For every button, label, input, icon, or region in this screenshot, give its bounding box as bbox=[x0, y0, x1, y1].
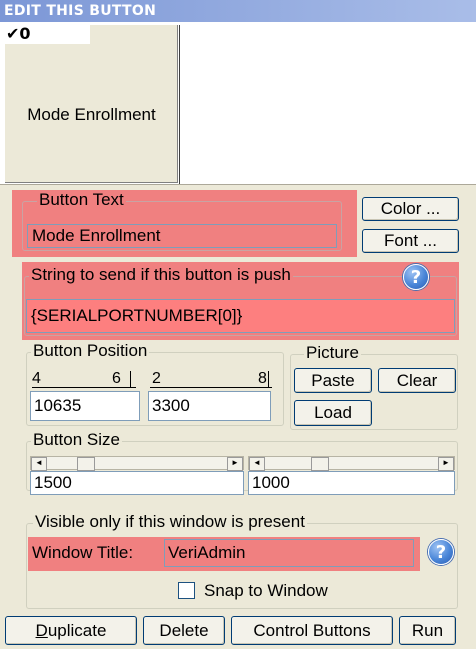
question-icon[interactable]: ? bbox=[428, 539, 454, 565]
question-icon[interactable]: ? bbox=[403, 264, 429, 290]
position-y-slider-mark[interactable] bbox=[268, 371, 272, 387]
button-size-legend: Button Size bbox=[31, 430, 122, 449]
size-height-thumb[interactable] bbox=[311, 457, 329, 471]
load-button[interactable]: Load bbox=[294, 400, 372, 426]
scroll-left-icon[interactable]: ◄ bbox=[249, 457, 265, 471]
run-button[interactable]: Run bbox=[399, 616, 456, 645]
preview-index: ✔0 bbox=[4, 24, 90, 44]
delete-button[interactable]: Delete bbox=[143, 616, 225, 645]
position-x-tick-min: 4 bbox=[32, 370, 41, 387]
position-x-tick-max: 6 bbox=[112, 370, 121, 387]
font-button[interactable]: Font ... bbox=[362, 229, 459, 253]
position-x-slider-mark[interactable] bbox=[130, 371, 134, 387]
snap-to-window-checkbox[interactable] bbox=[178, 582, 195, 599]
duplicate-button[interactable]: Duplicate bbox=[5, 616, 137, 645]
preview-button[interactable] bbox=[4, 24, 179, 184]
button-text-legend: Button Text bbox=[37, 190, 126, 209]
paste-button[interactable]: Paste bbox=[294, 368, 372, 393]
window-title-label: Window Title: bbox=[32, 543, 134, 562]
duplicate-accel: D bbox=[35, 621, 48, 640]
clear-button[interactable]: Clear bbox=[378, 368, 456, 393]
duplicate-button-label: uplicate bbox=[47, 621, 107, 640]
size-height-scrollbar[interactable]: ◄ ► bbox=[248, 456, 455, 471]
scroll-right-icon[interactable]: ► bbox=[227, 457, 243, 471]
window-title-input[interactable]: VeriAdmin bbox=[164, 539, 414, 567]
send-string-legend: String to send if this button is push bbox=[29, 265, 293, 284]
control-buttons-button[interactable]: Control Buttons bbox=[231, 616, 393, 645]
picture-legend: Picture bbox=[304, 343, 361, 362]
preview-index-number: 0 bbox=[19, 24, 31, 43]
button-position-legend: Button Position bbox=[31, 341, 150, 360]
size-width-input[interactable]: 1500 bbox=[30, 471, 244, 495]
window-title: EDIT THIS BUTTON bbox=[0, 0, 476, 22]
position-y-tick-min: 2 bbox=[152, 370, 161, 387]
button-text-input[interactable]: Mode Enrollment bbox=[27, 224, 337, 248]
scroll-left-icon[interactable]: ◄ bbox=[31, 457, 47, 471]
position-y-input[interactable]: 3300 bbox=[148, 391, 271, 421]
check-icon: ✔ bbox=[6, 24, 20, 43]
color-button[interactable]: Color ... bbox=[362, 197, 459, 221]
preview-button-label: Mode Enrollment bbox=[27, 105, 156, 124]
size-width-thumb[interactable] bbox=[77, 457, 95, 471]
snap-to-window-label: Snap to Window bbox=[204, 581, 328, 600]
visibility-legend: Visible only if this window is present bbox=[33, 512, 307, 531]
scroll-right-icon[interactable]: ► bbox=[438, 457, 454, 471]
size-height-input[interactable]: 1000 bbox=[248, 471, 455, 495]
send-string-input[interactable]: {SERIALPORTNUMBER[0]} bbox=[26, 299, 455, 333]
size-width-scrollbar[interactable]: ◄ ► bbox=[30, 456, 244, 471]
position-y-tick-max: 8 bbox=[258, 370, 267, 387]
position-x-input[interactable]: 10635 bbox=[30, 391, 140, 421]
